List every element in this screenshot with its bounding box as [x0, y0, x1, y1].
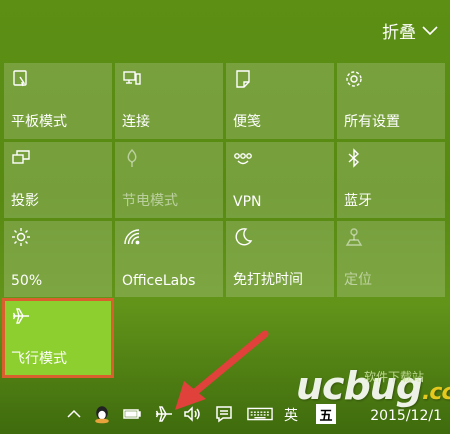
tile-airplane-mode[interactable]: 飞行模式 — [2, 298, 114, 378]
tile-label: 50% — [11, 273, 43, 289]
gear-icon — [344, 69, 364, 89]
tile-label: 平板模式 — [11, 114, 67, 130]
tile-label: OfficeLabs — [122, 273, 196, 289]
tile-project[interactable]: 投影 — [4, 142, 112, 218]
airplane-tray-icon[interactable] — [152, 402, 176, 426]
tile-tablet-mode[interactable]: 平板模式 — [4, 63, 112, 139]
collapse-button[interactable]: 折叠 — [382, 18, 438, 43]
qq-icon[interactable] — [90, 402, 114, 426]
location-icon — [344, 227, 364, 247]
tile-label: 节电模式 — [122, 193, 178, 209]
watermark-subtitle: 软件下载站 — [364, 370, 425, 384]
tile-connect[interactable]: 连接 — [115, 63, 223, 139]
ime-mode-box[interactable]: 五 — [316, 404, 336, 424]
tile-note[interactable]: 便笺 — [226, 63, 334, 139]
connect-icon — [122, 69, 142, 89]
tile-label: VPN — [233, 194, 262, 210]
clock-date[interactable]: 2015/12/1 — [370, 408, 442, 424]
tile-wifi[interactable]: OfficeLabs — [115, 221, 223, 297]
brightness-icon — [11, 227, 31, 247]
tile-label: 连接 — [122, 114, 150, 130]
volume-icon[interactable] — [180, 402, 204, 426]
tile-all-settings[interactable]: 所有设置 — [337, 63, 445, 139]
chevron-up-icon[interactable] — [62, 402, 86, 426]
tile-label: 蓝牙 — [344, 193, 372, 209]
tile-label: 投影 — [11, 193, 39, 209]
tile-label: 所有设置 — [344, 114, 400, 130]
keyboard-icon[interactable] — [246, 402, 274, 426]
wifi-icon — [122, 227, 142, 247]
vpn-icon — [233, 148, 253, 168]
tile-label: 飞行模式 — [11, 351, 67, 367]
tile-vpn[interactable]: VPN — [226, 142, 334, 218]
action-center-icon[interactable] — [212, 402, 236, 426]
tile-label: 定位 — [344, 272, 372, 288]
tile-battery-saver[interactable]: 节电模式 — [115, 142, 223, 218]
collapse-label: 折叠 — [382, 23, 416, 43]
tile-quiet-hours[interactable]: 免打扰时间 — [226, 221, 334, 297]
battery-saver-icon — [122, 148, 142, 168]
project-icon — [11, 148, 31, 168]
tablet-mode-icon — [11, 69, 31, 89]
ime-language-label[interactable]: 英 — [284, 405, 298, 425]
tile-label: 便笺 — [233, 114, 261, 130]
tile-brightness[interactable]: 50% — [4, 221, 112, 297]
tile-location[interactable]: 定位 — [337, 221, 445, 297]
tile-bluetooth[interactable]: 蓝牙 — [337, 142, 445, 218]
battery-icon[interactable] — [120, 402, 144, 426]
airplane-icon — [11, 306, 31, 326]
note-icon — [233, 69, 253, 89]
tile-label: 免打扰时间 — [233, 272, 303, 288]
bluetooth-icon — [344, 148, 364, 168]
moon-icon — [233, 227, 253, 247]
chevron-down-icon — [422, 25, 438, 35]
